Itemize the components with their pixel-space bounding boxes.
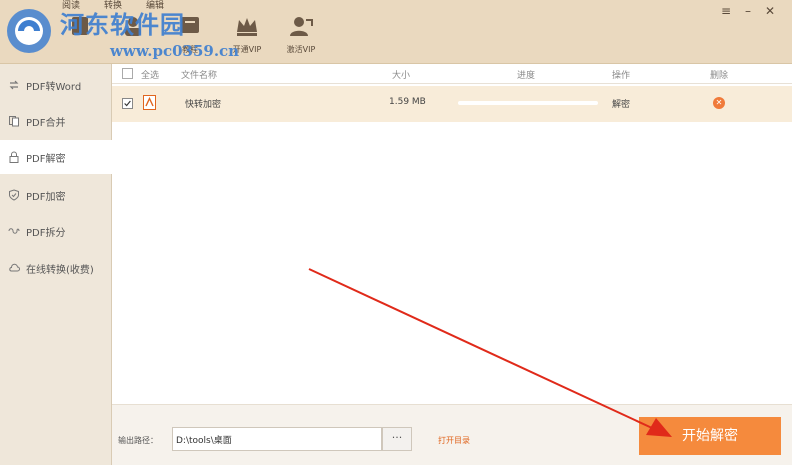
header-progress: 进度 [517, 71, 536, 81]
sidebar-item-pdf-to-word[interactable]: PDF转Word [0, 68, 112, 102]
row-decrypt-action[interactable]: 解密 [612, 97, 630, 110]
header-filename: 文件名称 [181, 71, 218, 81]
header-size: 大小 [392, 71, 411, 81]
menu-icon[interactable]: ≡ [718, 4, 734, 18]
output-path-label: 输出路径： [118, 436, 158, 445]
header-action: 操作 [612, 71, 631, 81]
table-header: 全选 文件名称 大小 进度 操作 删除 [112, 64, 792, 84]
shield-icon [9, 189, 19, 201]
sidebar-item-label: PDF加密 [26, 191, 66, 203]
table-row[interactable]: 快转加密 1.59 MB 解密 ✕ [112, 86, 792, 122]
convert-icon [9, 80, 19, 90]
row-progress-bar [458, 101, 598, 105]
header-select-all: 全选 [141, 71, 160, 81]
cloud-icon [9, 263, 20, 272]
output-bar: 输出路径： ··· 打开目录 开始解密 [112, 404, 792, 465]
split-icon [8, 228, 20, 234]
sidebar-item-label: PDF转Word [26, 81, 82, 93]
watermark-url: www.pc0359.cn [110, 42, 240, 60]
delete-icon[interactable]: ✕ [713, 97, 725, 109]
toolbar-activate-vip-button[interactable]: 激活VIP [271, 14, 331, 55]
logo-icon [7, 9, 51, 53]
select-all-checkbox[interactable] [122, 68, 133, 79]
sidebar-item-label: 在线转换(收费) [26, 264, 94, 276]
crown-icon [237, 18, 257, 36]
sidebar-item-label: PDF解密 [26, 153, 66, 165]
sidebar-item-label: PDF合并 [26, 117, 66, 129]
output-path-input[interactable] [172, 427, 382, 451]
sidebar-item-pdf-merge[interactable]: PDF合并 [0, 104, 112, 138]
close-icon[interactable]: ✕ [762, 4, 778, 18]
browse-button[interactable]: ··· [382, 427, 412, 451]
pdf-file-icon [143, 95, 156, 110]
open-directory-link[interactable]: 打开目录 [438, 435, 470, 446]
lock-icon [9, 151, 19, 163]
row-checkbox[interactable] [122, 98, 133, 109]
row-filename: 快转加密 [185, 100, 222, 110]
start-decrypt-button[interactable]: 开始解密 [639, 417, 781, 455]
sidebar-item-online-convert[interactable]: 在线转换(收费) [0, 251, 112, 285]
main-panel: 全选 文件名称 大小 进度 操作 删除 快转加密 1.59 MB 解密 ✕ 输出… [112, 64, 792, 465]
merge-icon [9, 116, 19, 127]
row-size: 1.59 MB [389, 97, 426, 107]
user-activate-icon [290, 17, 313, 36]
header-delete: 删除 [710, 71, 729, 81]
sidebar-item-pdf-encrypt[interactable]: PDF加密 [0, 178, 112, 212]
sidebar: PDF转Word PDF合并 PDF解密 PDF加密 PDF拆分 在线转换(收费… [0, 64, 112, 465]
sidebar-item-pdf-split[interactable]: PDF拆分 [0, 214, 112, 248]
title-bar: 阅读 转换 编辑 教程 开通VIP 激活VIP 河东软件园 www.pc0359… [0, 0, 792, 64]
watermark-title: 河东软件园 [60, 10, 185, 39]
sidebar-item-label: PDF拆分 [26, 227, 66, 239]
minimize-icon[interactable]: – [740, 4, 756, 18]
sidebar-item-pdf-decrypt[interactable]: PDF解密 [0, 140, 112, 174]
